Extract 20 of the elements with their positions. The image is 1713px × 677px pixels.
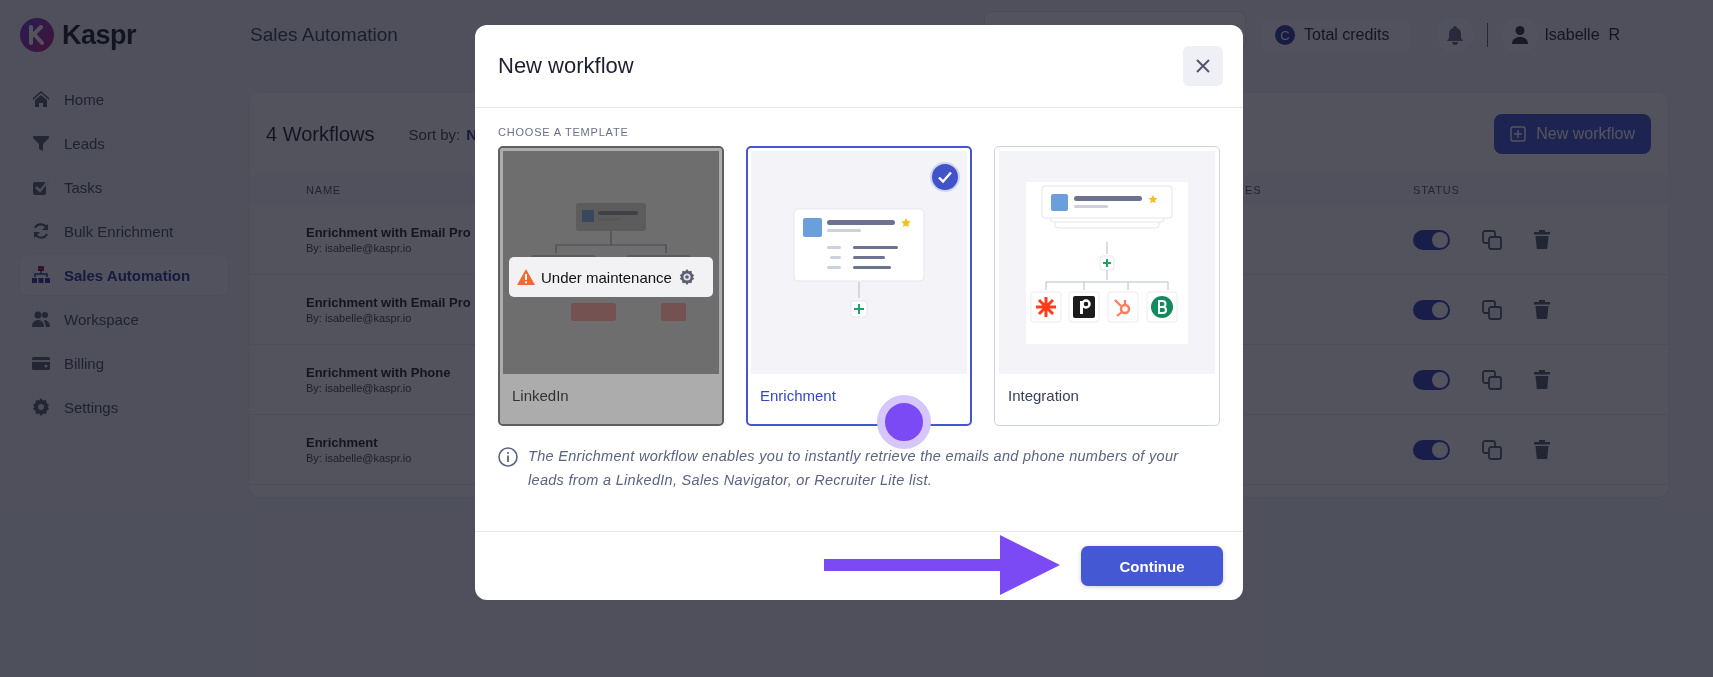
continue-button[interactable]: Continue bbox=[1081, 546, 1223, 586]
brand-name: Kaspr bbox=[62, 19, 137, 51]
info-icon bbox=[498, 447, 518, 467]
close-icon bbox=[1196, 59, 1210, 73]
workflow-name[interactable]: Enrichment with Email Pro bbox=[306, 295, 471, 310]
workflow-name[interactable]: Enrichment with Phone bbox=[306, 365, 451, 380]
template-card[interactable]: Enrichment bbox=[746, 146, 972, 426]
section-label: CHOOSE A TEMPLATE bbox=[498, 126, 630, 138]
template-card[interactable]: Integration bbox=[994, 146, 1220, 426]
workflow-name[interactable]: Enrichment bbox=[306, 435, 378, 450]
workflow-count: 4 Workflows bbox=[266, 122, 375, 146]
notice-text: Under maintenance bbox=[541, 268, 672, 286]
close-button[interactable] bbox=[1183, 46, 1223, 86]
gear-icon bbox=[677, 268, 696, 286]
check-icon bbox=[930, 162, 960, 192]
warning-icon bbox=[517, 269, 535, 285]
template-description: The Enrichment workflow enables you to instantly retrieve the emails and phone numbers of your leads from a LinkedIn, Sales Navigator, or Recruiter Lite list. bbox=[528, 447, 1180, 490]
user-name[interactable]: Isabelle R bbox=[1544, 26, 1620, 44]
workflow-name[interactable]: Enrichment with Email Pro bbox=[306, 225, 471, 240]
dialog-title: New workflow bbox=[498, 53, 634, 79]
